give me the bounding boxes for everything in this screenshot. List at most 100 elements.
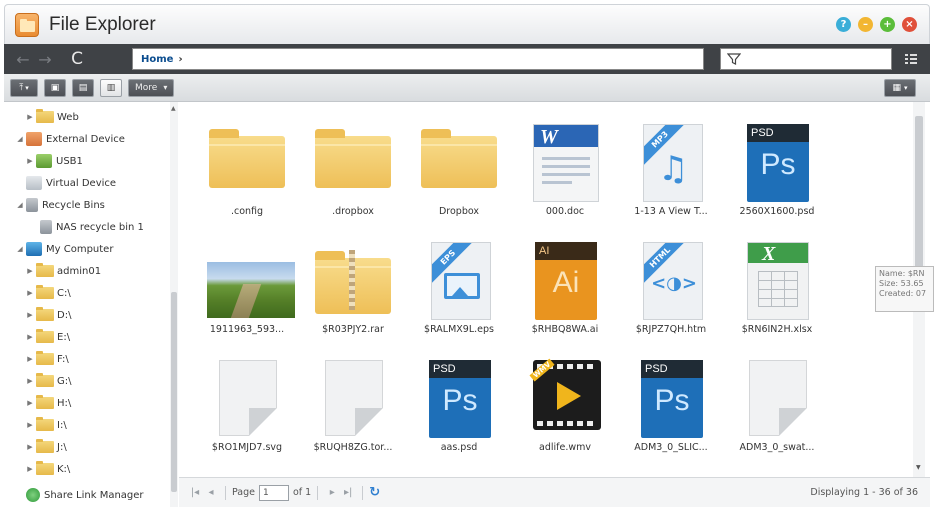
generic-file-icon [207, 358, 287, 440]
upload-button[interactable]: ⤒ ▾ [10, 78, 38, 97]
file-name: $R03PJY2.rar [322, 324, 384, 335]
expand-arrow-icon[interactable]: ▶ [26, 333, 34, 341]
sidebar-item-label: USB1 [56, 155, 83, 167]
page-number-input[interactable]: 1 [259, 484, 289, 501]
file-item[interactable]: HTML <◑> $RJPZ7QH.htm [619, 224, 723, 342]
scroll-down-icon[interactable]: ▼ [916, 464, 921, 471]
view-mode-button[interactable]: ▦ ▾ [884, 79, 916, 97]
file-item[interactable]: PSD Ps ADM3_0_SLIC... [619, 342, 723, 460]
sidebar-item-label: K:\ [57, 463, 71, 475]
expand-arrow-icon[interactable]: ▶ [26, 443, 34, 451]
file-item[interactable]: .dropbox [301, 106, 405, 224]
collapse-arrow-icon[interactable]: ◢ [16, 201, 24, 209]
expand-arrow-icon[interactable]: ▶ [26, 355, 34, 363]
file-item[interactable]: $RO1MJD7.svg [195, 342, 299, 460]
first-page-icon[interactable]: |◂ [187, 487, 203, 498]
music-note-icon: ♫ [658, 149, 689, 189]
sidebar-item-virtual-device[interactable]: Virtual Device [24, 174, 116, 192]
excel-badge: X [748, 243, 808, 265]
sidebar-item-drive-e[interactable]: ▶ E:\ [26, 328, 70, 346]
file-item[interactable]: Dropbox [407, 106, 511, 224]
sidebar-item-nas-recycle-bin-1[interactable]: NAS recycle bin 1 [38, 218, 144, 236]
file-item[interactable]: PSD Ps 2560X1600.psd [725, 106, 829, 224]
ps-glyph: Ps [654, 384, 690, 417]
expand-arrow-icon[interactable]: ▶ [26, 113, 34, 121]
file-item[interactable]: EPS $RALMX9L.eps [407, 224, 511, 342]
new-folder-button[interactable]: ▣ [44, 78, 66, 97]
divider [362, 485, 364, 500]
forward-arrow-icon[interactable]: → [34, 50, 56, 69]
file-item[interactable]: 1911963_593... [195, 224, 299, 342]
expand-arrow-icon[interactable]: ▶ [26, 311, 34, 319]
sidebar-item-drive-k[interactable]: ▶ K:\ [26, 460, 70, 478]
file-item[interactable]: AI Ai $RHBQ8WA.ai [513, 224, 617, 342]
sidebar-item-my-computer[interactable]: ◢ My Computer [16, 240, 113, 258]
refresh-button[interactable]: C [62, 49, 92, 69]
sidebar-item-recycle-bins[interactable]: ◢ Recycle Bins [16, 196, 105, 214]
tooltip-created: Created: 07 [879, 289, 927, 298]
sidebar-item-drive-h[interactable]: ▶ H:\ [26, 394, 71, 412]
menu-list-icon[interactable] [904, 52, 918, 69]
scroll-up-icon[interactable]: ▲ [171, 105, 176, 112]
previous-page-icon[interactable]: ◂ [203, 487, 219, 498]
expand-arrow-icon[interactable]: ▶ [26, 289, 34, 297]
file-name: $RO1MJD7.svg [211, 442, 283, 453]
file-item[interactable]: WMV adlife.wmv [513, 342, 617, 460]
expand-arrow-icon[interactable]: ▶ [26, 399, 34, 407]
properties-button[interactable]: ▥ [100, 78, 122, 97]
sidebar-item-drive-g[interactable]: ▶ G:\ [26, 372, 72, 390]
back-arrow-icon[interactable]: ← [12, 50, 34, 69]
sidebar-item-drive-c[interactable]: ▶ C:\ [26, 284, 71, 302]
refresh-icon[interactable]: ↻ [369, 485, 380, 500]
path-separator: › [178, 53, 183, 65]
file-item[interactable]: $RUQH8ZG.tor... [301, 342, 405, 460]
sidebar-item-web[interactable]: ▶ Web [26, 108, 79, 126]
next-page-icon[interactable]: ▸ [324, 487, 340, 498]
folder-icon [36, 439, 54, 453]
more-menu-button[interactable]: More ▾ [128, 78, 175, 97]
close-button[interactable]: × [902, 17, 917, 32]
expand-arrow-icon[interactable]: ▶ [26, 157, 34, 165]
file-name: $RHBQ8WA.ai [531, 324, 599, 335]
file-item[interactable]: .config [195, 106, 299, 224]
expand-arrow-icon[interactable]: ▶ [26, 267, 34, 275]
expand-arrow-icon[interactable]: ▶ [26, 421, 34, 429]
expand-arrow-icon[interactable]: ▶ [26, 377, 34, 385]
sidebar-item-drive-i[interactable]: ▶ I:\ [26, 416, 67, 434]
file-item[interactable]: W 000.doc [513, 106, 617, 224]
sidebar-scrollbar-thumb[interactable] [171, 292, 177, 492]
file-item[interactable]: MP3 ♫ 1-13 A View T... [619, 106, 723, 224]
sidebar-item-drive-j[interactable]: ▶ J:\ [26, 438, 67, 456]
collapse-arrow-icon[interactable]: ◢ [16, 135, 24, 143]
sidebar-scrollbar[interactable]: ▲ [170, 102, 178, 507]
sidebar-item-admin01[interactable]: ▶ admin01 [26, 262, 101, 280]
sidebar-item-drive-d[interactable]: ▶ D:\ [26, 306, 71, 324]
collapse-arrow-icon[interactable]: ◢ [16, 245, 24, 253]
ai-glyph: Ai [552, 266, 580, 299]
expand-arrow-icon[interactable]: ▶ [26, 465, 34, 473]
last-page-icon[interactable]: ▸| [340, 487, 356, 498]
path-home-label[interactable]: Home [141, 54, 173, 65]
sidebar-item-external-device[interactable]: ◢ External Device [16, 130, 125, 148]
file-item[interactable]: $R03PJY2.rar [301, 224, 405, 342]
filter-input[interactable] [720, 48, 892, 70]
path-breadcrumb[interactable]: Home › [132, 48, 704, 70]
sidebar-item-usb1[interactable]: ▶ USB1 [26, 152, 83, 170]
sidebar-item-drive-f[interactable]: ▶ F:\ [26, 350, 69, 368]
minimize-button[interactable]: – [858, 17, 873, 32]
file-item[interactable]: ADM3_0_swat... [725, 342, 829, 460]
file-item[interactable]: PSD Ps aas.psd [407, 342, 511, 460]
file-grid: .config .dropbox Dropbox W 000.doc MP3 ♫… [179, 102, 930, 477]
dropdown-arrow-icon: ▾ [25, 83, 29, 92]
external-device-icon [26, 132, 42, 146]
file-name: Dropbox [438, 206, 480, 217]
sidebar-item-label: admin01 [57, 265, 102, 277]
help-button[interactable]: ? [836, 17, 851, 32]
file-name: $RALMX9L.eps [424, 324, 494, 335]
maximize-button[interactable]: + [880, 17, 895, 32]
sidebar-item-share-link-manager[interactable]: Share Link Manager [24, 486, 144, 504]
file-name: ADM3_0_swat... [739, 442, 815, 453]
file-item[interactable]: X $RN6IN2H.xlsx [725, 224, 829, 342]
copy-folder-button[interactable]: ▤ [72, 78, 94, 97]
photoshop-file-icon: PSD Ps [419, 358, 499, 440]
